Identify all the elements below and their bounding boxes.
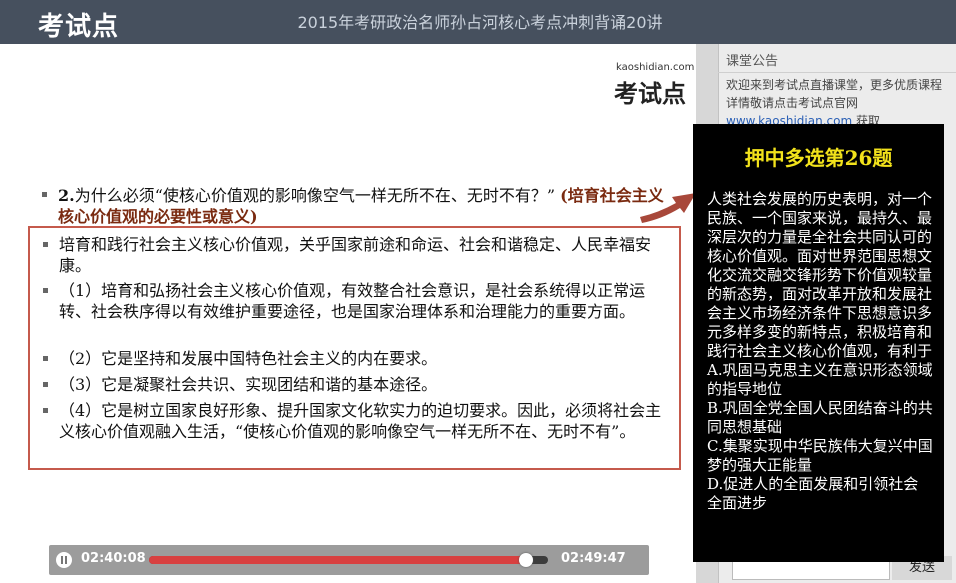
brand-url: kaoshidian.com (616, 62, 695, 73)
answer-text: （4）它是树立国家良好形象、提升国家文化软实力的迫切要求。因此，必须将社会主义核… (59, 401, 662, 441)
current-time: 02:40:08 (81, 551, 146, 566)
answer-item: （4）它是树立国家良好形象、提升国家文化软实力的迫切要求。因此，必须将社会主义核… (43, 400, 668, 442)
answer-text: （2）它是坚持和发展中国特色社会主义的内在要求。 (59, 349, 438, 368)
page-title: 2015年考研政治名师孙占河核心考点冲刺背诵20讲 (297, 13, 663, 32)
question-text: 2.为什么必须“使核心价值观的影响像空气一样无所不在、无时不有？” (培育社会主… (58, 185, 672, 227)
video-player-bar: 02:40:08 02:49:47 (49, 545, 649, 575)
top-bar: 考试点 2015年考研政治名师孙占河核心考点冲刺背诵20讲 (0, 0, 956, 44)
answer-text: （1）培育和弘扬社会主义核心价值观，有效整合社会意识，是社会系统得以正常运转、社… (59, 281, 646, 321)
bullet-icon (43, 356, 48, 361)
answer-item: （1）培育和弘扬社会主义核心价值观，有效整合社会意识，是社会系统得以正常运转、社… (43, 280, 668, 322)
bullet-icon (43, 242, 48, 247)
pause-icon[interactable] (56, 552, 72, 568)
notice-body: 欢迎来到考试点直播课堂，更多优质课程详情敬请点击考试点官网www.kaoshid… (726, 76, 948, 130)
answer-item: （3）它是凝聚社会共识、实现团结和谐的基本途径。 (43, 374, 668, 395)
total-time: 02:49:47 (561, 551, 626, 566)
answer-text: （3）它是凝聚社会共识、实现团结和谐的基本途径。 (59, 375, 438, 394)
question-item: 2.为什么必须“使核心价值观的影响像空气一样无所不在、无时不有？” (培育社会主… (42, 185, 672, 227)
answer-item: 培育和践行社会主义核心价值观，关乎国家前途和命运、社会和谐稳定、人民幸福安康。 (43, 234, 668, 276)
answer-item: （2）它是坚持和发展中国特色社会主义的内在要求。 (43, 348, 668, 369)
site-logo[interactable]: 考试点 (38, 6, 119, 43)
popup-body: 人类社会发展的历史表明，对一个民族、一个国家来说，最持久、最深层次的力量是全社会… (707, 190, 933, 512)
bullet-icon (43, 288, 48, 293)
answer-popup: 押中多选第26题 人类社会发展的历史表明，对一个民族、一个国家来说，最持久、最深… (693, 124, 944, 562)
question-number: 2. (58, 186, 75, 205)
popup-title: 押中多选第26题 (744, 146, 893, 170)
progress-track[interactable] (149, 553, 548, 567)
bullet-icon (42, 192, 47, 197)
notice-title: 课堂公告 (726, 54, 779, 69)
progress-fill (149, 556, 527, 564)
answer-text: 培育和践行社会主义核心价值观，关乎国家前途和命运、社会和谐稳定、人民幸福安康。 (59, 235, 652, 275)
progress-handle[interactable] (519, 553, 534, 567)
answer-box: 培育和践行社会主义核心价值观，关乎国家前途和命运、社会和谐稳定、人民幸福安康。 … (28, 226, 681, 470)
bullet-icon (43, 382, 48, 387)
bullet-icon (43, 408, 48, 413)
notice-text: 欢迎来到考试点直播课堂，更多优质课程详情敬请点击考试点官网 (726, 78, 943, 110)
question-body: 为什么必须“使核心价值观的影响像空气一样无所不在、无时不有？” (74, 186, 556, 205)
divider (718, 72, 956, 73)
brand-logo: 考试点 (614, 80, 686, 108)
